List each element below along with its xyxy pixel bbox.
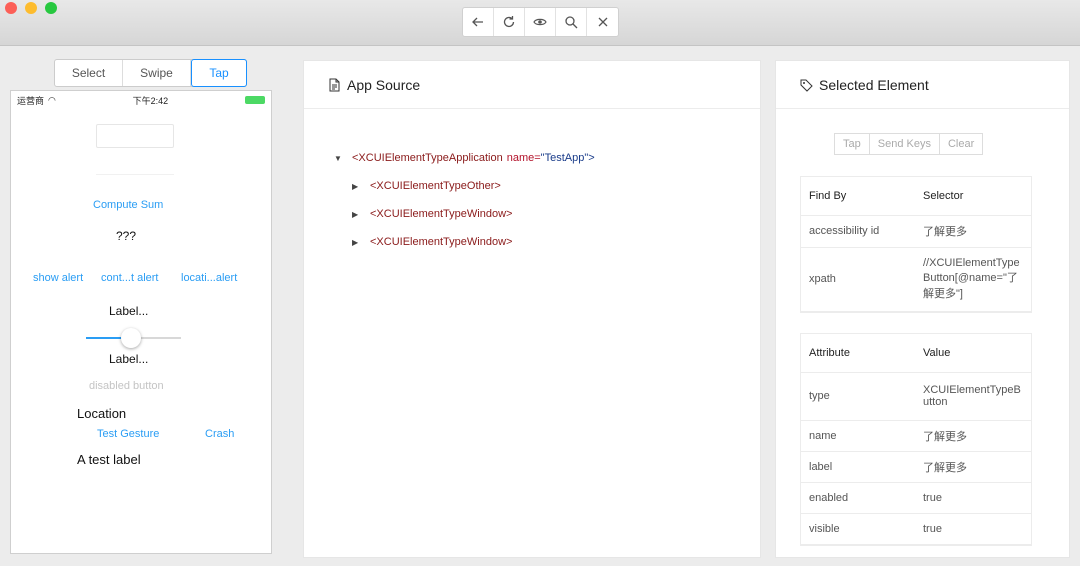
find-by-header: Find By: [801, 177, 915, 216]
sum-result-label: ???: [116, 229, 137, 243]
refresh-icon: [503, 16, 515, 28]
selector-cell[interactable]: //XCUIElementTypeButton[@name="了解更多"]: [915, 247, 1031, 312]
carrier-label: 运营商: [17, 95, 45, 106]
child-tag: <XCUIElementTypeWindow>: [370, 236, 513, 248]
wifi-icon: ◠: [48, 94, 56, 105]
compute-sum-button[interactable]: Compute Sum: [93, 199, 163, 211]
slider-thumb[interactable]: [121, 328, 141, 348]
child-tag: <XCUIElementTypeWindow>: [370, 208, 513, 220]
attribute-cell: enabled: [801, 482, 915, 514]
location-label: Location: [77, 406, 127, 421]
value-cell: 了解更多: [915, 451, 1031, 483]
inspector-toolbar: [462, 7, 619, 37]
tag-icon: [800, 79, 813, 92]
value-cell: true: [915, 482, 1031, 514]
mode-selector: Select Swipe Tap: [54, 59, 247, 87]
value-cell: true: [915, 513, 1031, 545]
root-tag: <XCUIElementTypeApplication: [352, 152, 503, 164]
selected-element-title: Selected Element: [819, 76, 929, 93]
root-attr-name: name=: [506, 152, 541, 164]
minimize-window-button[interactable]: [25, 2, 37, 14]
attribute-cell: name: [801, 420, 915, 452]
tree-node-root[interactable]: ▼ <XCUIElementTypeApplication name= "Tes…: [334, 147, 595, 169]
test-gesture-button[interactable]: Test Gesture: [97, 428, 159, 440]
arrow-left-icon: [472, 17, 483, 27]
table-row: type XCUIElementTypeButton: [801, 372, 1031, 421]
table-row[interactable]: accessibility id 了解更多: [801, 215, 1031, 248]
selector-cell[interactable]: 了解更多: [915, 215, 1031, 248]
maximize-window-button[interactable]: [45, 2, 57, 14]
disabled-button: disabled button: [89, 380, 164, 392]
table-row[interactable]: xpath //XCUIElementTypeButton[@name="了解更…: [801, 247, 1031, 312]
find-by-cell: accessibility id: [801, 215, 915, 248]
refresh-button[interactable]: [494, 8, 525, 36]
find-by-table: Find By Selector accessibility id 了解更多 x…: [800, 176, 1032, 313]
back-button[interactable]: [463, 8, 494, 36]
table-row: label 了解更多: [801, 451, 1031, 483]
caret-right-icon[interactable]: ▶: [352, 210, 370, 219]
tree-node-child[interactable]: ▶ <XCUIElementTypeWindow>: [352, 203, 595, 225]
attributes-table: Attribute Value type XCUIElementTypeButt…: [800, 333, 1032, 546]
caret-right-icon[interactable]: ▶: [352, 238, 370, 247]
show-alert-button[interactable]: show alert: [33, 272, 83, 284]
quit-session-button[interactable]: [587, 8, 618, 36]
battery-icon: [245, 96, 265, 104]
device-screenshot[interactable]: 运营商 ◠ 下午2:42 Compute Sum ??? show alert …: [10, 90, 272, 554]
find-by-cell: xpath: [801, 247, 915, 312]
selector-header: Selector: [915, 177, 1031, 216]
tree-node-child[interactable]: ▶ <XCUIElementTypeOther>: [352, 175, 595, 197]
table-row: enabled true: [801, 482, 1031, 514]
show-hide-button[interactable]: [525, 8, 556, 36]
close-window-button[interactable]: [5, 2, 17, 14]
close-icon: [598, 17, 607, 27]
mode-select-button[interactable]: Select: [55, 60, 123, 86]
value-header: Value: [915, 334, 1031, 373]
app-source-panel: App Source ▼ <XCUIElementTypeApplication…: [303, 60, 761, 558]
value-cell: XCUIElementTypeButton: [915, 372, 1031, 421]
value-cell: 了解更多: [915, 420, 1031, 452]
attribute-header: Attribute: [801, 334, 915, 373]
mode-tap-button[interactable]: Tap: [191, 59, 247, 87]
slider-fill: [86, 337, 126, 339]
element-actions: Tap Send Keys Clear: [834, 133, 984, 155]
label-bottom: Label...: [109, 352, 149, 366]
tree-node-child[interactable]: ▶ <XCUIElementTypeWindow>: [352, 231, 595, 253]
child-tag: <XCUIElementTypeOther>: [370, 180, 501, 192]
device-time: 下午2:42: [132, 95, 169, 106]
window-titlebar: [0, 0, 1080, 46]
app-source-title: App Source: [347, 76, 421, 93]
crash-button[interactable]: Crash: [205, 428, 234, 440]
search-button[interactable]: [556, 8, 587, 36]
table-row: name 了解更多: [801, 420, 1031, 452]
eye-icon: [533, 18, 547, 26]
app-source-header: App Source: [304, 61, 760, 109]
selected-element-header: Selected Element: [776, 61, 1069, 109]
text-field-b[interactable]: [96, 157, 174, 175]
file-icon: [329, 78, 340, 91]
send-keys-button[interactable]: Send Keys: [870, 134, 940, 154]
search-icon: [565, 16, 578, 29]
source-tree: ▼ <XCUIElementTypeApplication name= "Tes…: [334, 147, 595, 253]
caret-right-icon[interactable]: ▶: [352, 182, 370, 191]
text-field-a[interactable]: [96, 124, 174, 148]
selected-element-panel: Selected Element Tap Send Keys Clear Fin…: [775, 60, 1070, 558]
root-attr-value: "TestApp">: [540, 152, 595, 164]
contact-alert-button[interactable]: cont...t alert: [101, 272, 158, 284]
label-top: Label...: [109, 304, 149, 318]
device-status-bar: 运营商 ◠ 下午2:42: [11, 91, 271, 109]
tap-action-button[interactable]: Tap: [835, 134, 870, 154]
clear-button[interactable]: Clear: [940, 134, 982, 154]
attribute-cell: label: [801, 451, 915, 483]
test-label: A test label: [77, 452, 141, 467]
attribute-cell: type: [801, 372, 915, 421]
mode-swipe-button[interactable]: Swipe: [123, 60, 191, 86]
caret-down-icon[interactable]: ▼: [334, 154, 352, 163]
attribute-cell: visible: [801, 513, 915, 545]
table-row: visible true: [801, 513, 1031, 545]
location-alert-button[interactable]: locati...alert: [181, 272, 237, 284]
